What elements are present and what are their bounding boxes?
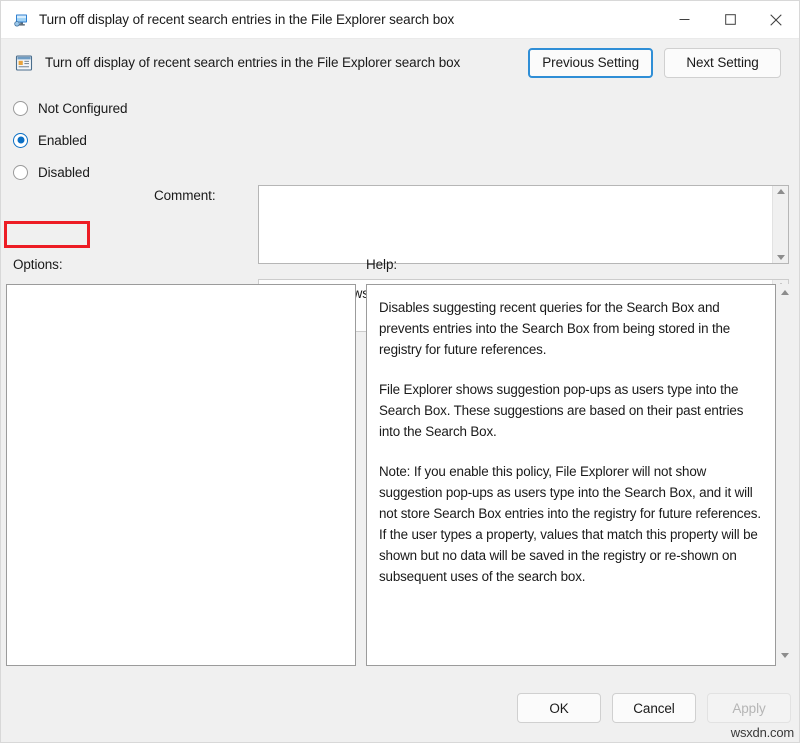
minimize-button[interactable] (661, 1, 707, 38)
radio-disabled[interactable]: Disabled (13, 156, 153, 188)
setting-header-row: Turn off display of recent search entrie… (1, 39, 799, 86)
scroll-up-icon[interactable] (776, 189, 785, 194)
setting-name: Turn off display of recent search entrie… (45, 55, 461, 70)
close-icon (770, 13, 782, 26)
radio-not-configured-mark (13, 100, 28, 116)
maximize-button[interactable] (707, 1, 753, 38)
dialog-footer: OK Cancel Apply (1, 684, 799, 742)
group-policy-setting-dialog: Turn off display of recent search entrie… (0, 0, 800, 743)
dialog-action-buttons: OK Cancel Apply (517, 693, 791, 723)
ok-button[interactable]: OK (517, 693, 601, 723)
radio-not-configured-label: Not Configured (38, 100, 128, 116)
help-label: Help: (366, 257, 398, 272)
watermark: wsxdn.com (730, 725, 794, 740)
state-and-metadata-section: Not Configured Enabled Disabled Comment:… (1, 86, 799, 332)
help-panel-wrapper: Disables suggesting recent queries for t… (366, 284, 793, 666)
setting-navigation: Previous Setting Next Setting (528, 47, 781, 78)
minimize-icon (679, 19, 689, 20)
help-panel: Disables suggesting recent queries for t… (366, 284, 776, 666)
next-setting-button[interactable]: Next Setting (664, 47, 781, 78)
previous-setting-button[interactable]: Previous Setting (528, 47, 653, 78)
panels-area: Disables suggesting recent queries for t… (1, 284, 799, 684)
radio-enabled[interactable]: Enabled (13, 124, 153, 156)
radio-enabled-mark (13, 132, 28, 148)
title-bar: Turn off display of recent search entrie… (1, 1, 799, 39)
policy-state-radio-group: Not Configured Enabled Disabled (13, 92, 153, 188)
annotation-highlight-rectangle (4, 221, 90, 248)
close-button[interactable] (753, 1, 799, 38)
radio-enabled-label: Enabled (38, 132, 87, 148)
help-paragraph: Disables suggesting recent queries for t… (379, 300, 731, 357)
options-label: Options: (13, 257, 63, 272)
policy-monitor-icon (13, 12, 29, 28)
comment-label: Comment: (154, 188, 216, 203)
help-paragraph: Note: If you enable this policy, File Ex… (379, 464, 761, 584)
radio-not-configured[interactable]: Not Configured (13, 92, 153, 124)
radio-disabled-label: Disabled (38, 164, 90, 180)
scroll-up-icon[interactable] (780, 290, 789, 295)
help-scrollbar[interactable] (776, 284, 793, 666)
section-labels-row: Options: Help: (1, 248, 799, 284)
window-controls (661, 1, 799, 38)
radio-disabled-mark (13, 164, 28, 180)
scroll-down-icon[interactable] (780, 653, 789, 658)
options-panel[interactable] (6, 284, 356, 666)
maximize-icon (724, 14, 736, 25)
apply-button: Apply (707, 693, 791, 723)
policy-setting-icon (15, 54, 33, 72)
window-title: Turn off display of recent search entrie… (39, 12, 455, 27)
help-paragraph: File Explorer shows suggestion pop-ups a… (379, 382, 744, 439)
cancel-button[interactable]: Cancel (612, 693, 696, 723)
